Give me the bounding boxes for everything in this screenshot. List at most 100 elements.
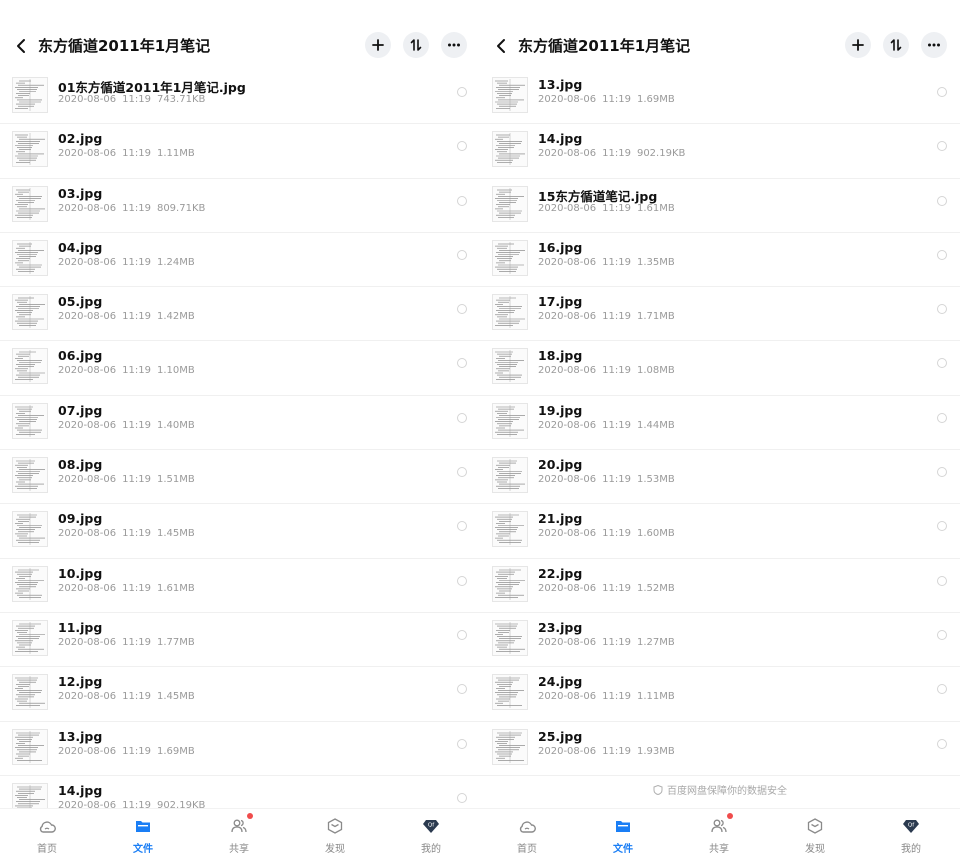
file-meta: 2020-08-06 11:19 902.19KB xyxy=(538,148,691,159)
select-checkbox[interactable] xyxy=(457,87,467,97)
file-row[interactable]: 07.jpg 2020-08-06 11:19 1.40MB xyxy=(0,396,480,451)
file-row[interactable]: 14.jpg 2020-08-06 11:19 902.19KB xyxy=(480,124,960,179)
file-row[interactable]: 03.jpg 2020-08-06 11:19 809.71KB xyxy=(0,179,480,233)
tab-share[interactable]: 共享 xyxy=(689,809,749,853)
select-checkbox[interactable] xyxy=(937,521,947,532)
file-row[interactable]: 02.jpg 2020-08-06 11:19 1.11MB xyxy=(0,124,480,179)
file-meta: 2020-08-06 11:19 743.71KB xyxy=(58,94,211,105)
avatar-text: Qf xyxy=(428,823,435,829)
select-checkbox[interactable] xyxy=(937,304,947,315)
select-checkbox[interactable] xyxy=(937,87,947,97)
select-checkbox[interactable] xyxy=(937,249,947,260)
profile-diamond-icon: Qf xyxy=(423,820,439,833)
tab-share[interactable]: 共享 xyxy=(209,809,269,853)
image-thumbnail-icon xyxy=(13,78,47,112)
select-checkbox[interactable] xyxy=(457,467,467,478)
file-size: 1.10MB xyxy=(156,365,195,377)
tab-discover[interactable]: 发现 xyxy=(785,809,845,853)
select-checkbox[interactable] xyxy=(457,304,467,315)
file-name: 21.jpg xyxy=(538,511,583,527)
file-time: 11:19 xyxy=(602,419,631,431)
select-checkbox[interactable] xyxy=(457,521,467,532)
select-checkbox[interactable] xyxy=(457,629,467,640)
add-button[interactable] xyxy=(365,32,391,58)
add-button[interactable] xyxy=(845,32,871,58)
tab-files[interactable]: 文件 xyxy=(113,809,173,853)
file-name: 07.jpg xyxy=(58,402,103,418)
file-row[interactable]: 09.jpg 2020-08-06 11:19 1.45MB xyxy=(0,504,480,559)
more-dots-icon xyxy=(928,43,940,47)
file-row[interactable]: 15东方循道笔记.jpg 2020-08-06 11:19 1.61MB xyxy=(480,179,960,233)
file-row[interactable]: 16.jpg 2020-08-06 11:19 1.35MB xyxy=(480,233,960,288)
file-row[interactable]: 19.jpg 2020-08-06 11:19 1.44MB xyxy=(480,396,960,451)
file-row[interactable]: 10.jpg 2020-08-06 11:19 1.61MB xyxy=(0,559,480,613)
select-checkbox[interactable] xyxy=(937,412,947,423)
select-checkbox[interactable] xyxy=(457,358,467,369)
tab-home[interactable]: 首页 xyxy=(497,809,557,853)
file-row[interactable]: 11.jpg 2020-08-06 11:19 1.77MB xyxy=(0,613,480,668)
tab-label: 文件 xyxy=(133,844,153,853)
select-checkbox[interactable] xyxy=(457,575,467,586)
select-checkbox[interactable] xyxy=(937,141,947,152)
file-row[interactable]: 24.jpg 2020-08-06 11:19 1.11MB xyxy=(480,667,960,722)
select-checkbox[interactable] xyxy=(937,467,947,478)
file-time: 11:19 xyxy=(122,636,151,648)
file-time: 11:19 xyxy=(602,582,631,594)
file-row[interactable]: 23.jpg 2020-08-06 11:19 1.27MB xyxy=(480,613,960,668)
select-checkbox[interactable] xyxy=(937,358,947,369)
file-row[interactable]: 13.jpg 2020-08-06 11:19 1.69MB xyxy=(480,70,960,125)
file-row[interactable]: 22.jpg 2020-08-06 11:19 1.52MB xyxy=(480,559,960,613)
select-checkbox[interactable] xyxy=(457,249,467,260)
file-meta: 2020-08-06 11:19 1.45MB xyxy=(58,691,201,702)
file-row[interactable]: 21.jpg 2020-08-06 11:19 1.60MB xyxy=(480,504,960,559)
file-row[interactable]: 12.jpg 2020-08-06 11:19 1.45MB xyxy=(0,667,480,722)
tab-mine[interactable]: Qf 我的 xyxy=(401,809,461,853)
file-row[interactable]: 25.jpg 2020-08-06 11:19 1.93MB xyxy=(480,722,960,776)
back-button[interactable] xyxy=(492,34,512,58)
sort-button[interactable] xyxy=(403,32,429,58)
file-row[interactable]: 18.jpg 2020-08-06 11:19 1.08MB xyxy=(480,341,960,396)
select-checkbox[interactable] xyxy=(937,575,947,586)
file-row[interactable]: 17.jpg 2020-08-06 11:19 1.71MB xyxy=(480,287,960,342)
select-checkbox[interactable] xyxy=(457,141,467,152)
select-checkbox[interactable] xyxy=(457,792,467,803)
file-meta: 2020-08-06 11:19 1.69MB xyxy=(58,746,201,757)
select-checkbox[interactable] xyxy=(937,195,947,206)
file-row[interactable]: 04.jpg 2020-08-06 11:19 1.24MB xyxy=(0,233,480,288)
file-meta: 2020-08-06 11:19 1.24MB xyxy=(58,257,201,268)
back-button[interactable] xyxy=(12,34,32,58)
file-row[interactable]: 05.jpg 2020-08-06 11:19 1.42MB xyxy=(0,287,480,342)
file-thumbnail xyxy=(492,77,528,113)
screenshot-pair: 东方循道2011年1月笔记 01东方循道2011年1月笔记.jpg 2020-08… xyxy=(0,0,960,853)
file-date: 2020-08-06 xyxy=(538,94,597,105)
tab-home[interactable]: 首页 xyxy=(17,809,77,853)
select-checkbox[interactable] xyxy=(457,738,467,749)
select-checkbox[interactable] xyxy=(937,684,947,695)
select-checkbox[interactable] xyxy=(457,195,467,206)
file-size: 1.60MB xyxy=(636,528,675,540)
file-row[interactable]: 20.jpg 2020-08-06 11:19 1.53MB xyxy=(480,450,960,505)
file-date: 2020-08-06 xyxy=(58,148,117,160)
tab-label: 首页 xyxy=(517,844,537,853)
cloud-icon xyxy=(39,821,56,833)
file-row[interactable]: 08.jpg 2020-08-06 11:19 1.51MB xyxy=(0,450,480,505)
tab-files[interactable]: 文件 xyxy=(593,809,653,853)
select-checkbox[interactable] xyxy=(457,684,467,695)
select-checkbox[interactable] xyxy=(937,738,947,749)
file-row[interactable]: 13.jpg 2020-08-06 11:19 1.69MB xyxy=(0,722,480,776)
select-checkbox[interactable] xyxy=(457,412,467,423)
tab-discover[interactable]: 发现 xyxy=(305,809,365,853)
more-options-button[interactable] xyxy=(441,32,467,58)
file-date: 2020-08-06 xyxy=(58,94,117,105)
file-row[interactable]: 01东方循道2011年1月笔记.jpg 2020-08-06 11:19 743.71… xyxy=(0,70,480,125)
file-size: 1.52MB xyxy=(636,582,675,594)
image-thumbnail-icon xyxy=(13,458,47,493)
tab-mine[interactable]: Qf 我的 xyxy=(881,809,941,853)
share-people-icon xyxy=(711,819,727,833)
select-checkbox[interactable] xyxy=(937,629,947,640)
file-thumbnail xyxy=(492,131,528,168)
file-date: 2020-08-06 xyxy=(58,365,117,377)
file-row[interactable]: 06.jpg 2020-08-06 11:19 1.10MB xyxy=(0,341,480,396)
sort-button[interactable] xyxy=(883,32,909,58)
more-options-button[interactable] xyxy=(921,32,947,58)
